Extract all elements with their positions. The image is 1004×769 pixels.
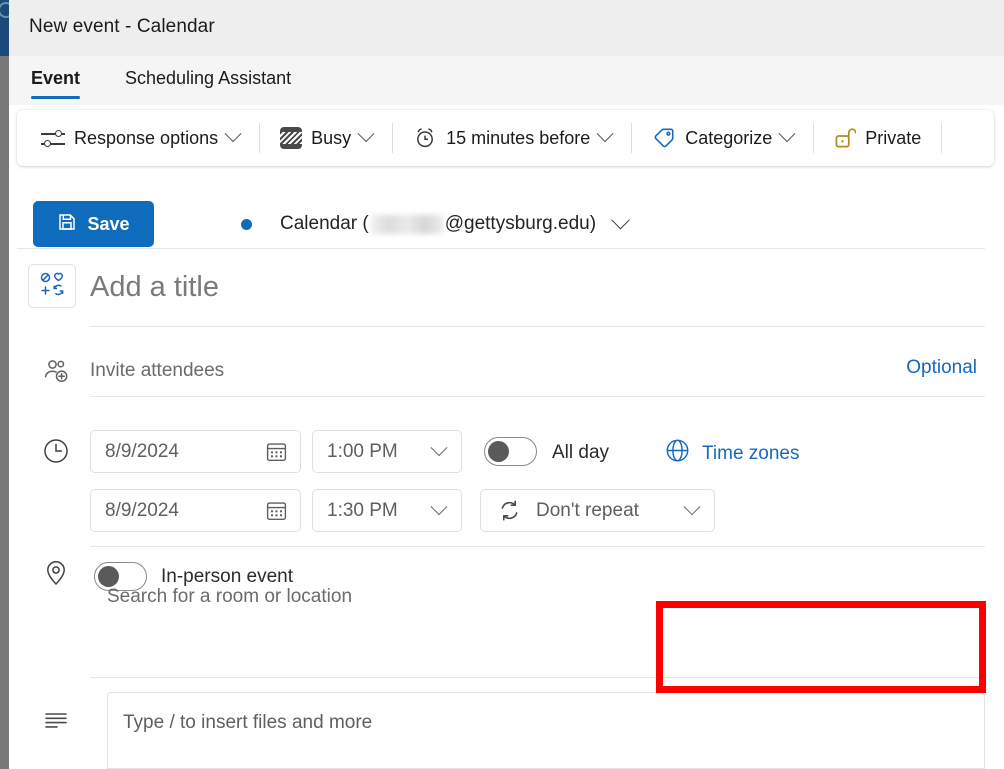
event-compose-window: New event - Calendar Event Scheduling As… bbox=[0, 0, 1004, 769]
chevron-down-icon[interactable] bbox=[611, 210, 630, 229]
repeat-value: Don't repeat bbox=[536, 499, 639, 521]
toggle-knob bbox=[488, 441, 509, 462]
time-zones-label: Time zones bbox=[702, 442, 800, 464]
calendar-selector[interactable]: Calendar ( @gettysburg.edu) bbox=[280, 210, 630, 235]
people-add-icon bbox=[41, 356, 71, 386]
divider-below-schedule bbox=[90, 546, 985, 547]
busy-status-button[interactable]: Busy bbox=[270, 118, 382, 158]
chevron-down-icon bbox=[430, 438, 448, 456]
categorize-label: Categorize bbox=[685, 127, 773, 148]
chevron-down-icon bbox=[596, 125, 614, 143]
end-date-field[interactable]: 8/9/2024 bbox=[90, 489, 301, 532]
start-date-value: 8/9/2024 bbox=[105, 440, 179, 462]
tab-event[interactable]: Event bbox=[31, 68, 81, 99]
toolbar-divider bbox=[259, 123, 261, 153]
event-body-placeholder: Type / to insert files and more bbox=[123, 712, 373, 733]
calendar-icon[interactable] bbox=[266, 441, 287, 462]
window-left-edge-gray bbox=[0, 56, 9, 769]
start-date-field[interactable]: 8/9/2024 bbox=[90, 430, 301, 473]
clock-icon bbox=[41, 436, 71, 466]
divider-below-title bbox=[90, 326, 985, 327]
busy-status-label: Busy bbox=[311, 127, 352, 148]
chevron-down-icon bbox=[357, 125, 375, 143]
invite-attendees-input[interactable] bbox=[90, 354, 850, 388]
room-location-search-input[interactable] bbox=[107, 580, 647, 614]
divider-below-save bbox=[17, 248, 985, 249]
floppy-disk-icon bbox=[57, 212, 77, 237]
categorize-button[interactable]: Categorize bbox=[642, 118, 803, 158]
event-toolbar: Response options Busy 15 minutes before bbox=[17, 110, 994, 166]
location-pin-icon bbox=[41, 558, 71, 588]
tab-event-label: Event bbox=[31, 68, 81, 88]
event-body-editor[interactable]: Type / to insert files and more bbox=[107, 692, 985, 769]
reminder-label: 15 minutes before bbox=[446, 127, 591, 148]
repeat-field[interactable]: Don't repeat bbox=[480, 489, 715, 532]
calendar-icon[interactable] bbox=[266, 500, 287, 521]
tab-scheduling-assistant-label: Scheduling Assistant bbox=[125, 68, 292, 88]
private-label: Private bbox=[865, 127, 922, 148]
toolbar-divider bbox=[941, 123, 943, 153]
save-button-label: Save bbox=[87, 213, 130, 234]
globe-icon bbox=[665, 438, 690, 469]
save-button[interactable]: Save bbox=[33, 201, 154, 247]
calendar-domain: @gettysburg.edu) bbox=[444, 213, 597, 234]
window-title-bar: New event - Calendar bbox=[9, 0, 1004, 56]
response-options-label: Response options bbox=[74, 127, 219, 148]
all-day-label: All day bbox=[552, 442, 610, 463]
chevron-down-icon bbox=[224, 125, 242, 143]
chevron-down-icon bbox=[778, 125, 796, 143]
redacted-username bbox=[370, 214, 443, 234]
calendar-prefix: Calendar ( bbox=[280, 213, 369, 234]
toolbar-divider bbox=[392, 123, 394, 153]
sliders-icon bbox=[41, 126, 65, 150]
repeat-icon bbox=[497, 498, 522, 523]
event-form-panel: Save Calendar ( @gettysburg.edu) Add a t… bbox=[17, 180, 994, 769]
end-time-field[interactable]: 1:30 PM bbox=[312, 489, 462, 532]
calendar-color-dot bbox=[241, 218, 252, 230]
tag-icon bbox=[652, 126, 676, 150]
event-title-input[interactable] bbox=[90, 264, 970, 310]
chevron-down-icon bbox=[683, 497, 701, 515]
toolbar-divider bbox=[631, 123, 633, 153]
tab-active-underline bbox=[31, 96, 81, 99]
time-zones-button[interactable]: Time zones bbox=[653, 438, 800, 469]
window-left-edge-navy bbox=[0, 0, 14, 56]
busy-status-icon bbox=[280, 127, 303, 149]
optional-attendees-link[interactable]: Optional bbox=[906, 357, 977, 379]
event-category-icon bbox=[39, 271, 65, 302]
response-options-button[interactable]: Response options bbox=[31, 118, 249, 158]
start-time-value: 1:00 PM bbox=[327, 440, 398, 462]
toolbar-divider bbox=[813, 123, 815, 153]
chevron-down-icon bbox=[430, 497, 448, 515]
alarm-clock-icon bbox=[413, 126, 437, 150]
text-description-icon bbox=[41, 704, 71, 734]
event-category-button[interactable] bbox=[28, 264, 76, 308]
save-row: Save Calendar ( @gettysburg.edu) bbox=[33, 201, 630, 247]
divider-below-location bbox=[90, 677, 985, 678]
reminder-button[interactable]: 15 minutes before bbox=[403, 118, 621, 158]
end-date-value: 8/9/2024 bbox=[105, 499, 179, 521]
tab-scheduling-assistant[interactable]: Scheduling Assistant bbox=[125, 68, 291, 96]
tab-strip: Event Scheduling Assistant bbox=[9, 56, 1004, 105]
divider-below-attendees bbox=[90, 396, 985, 397]
unlocked-padlock-icon bbox=[834, 126, 857, 150]
start-time-field[interactable]: 1:00 PM bbox=[312, 430, 462, 473]
private-button[interactable]: Private bbox=[824, 118, 931, 158]
all-day-toggle[interactable] bbox=[484, 437, 537, 466]
window-title: New event - Calendar bbox=[29, 16, 215, 37]
end-time-value: 1:30 PM bbox=[327, 499, 398, 521]
